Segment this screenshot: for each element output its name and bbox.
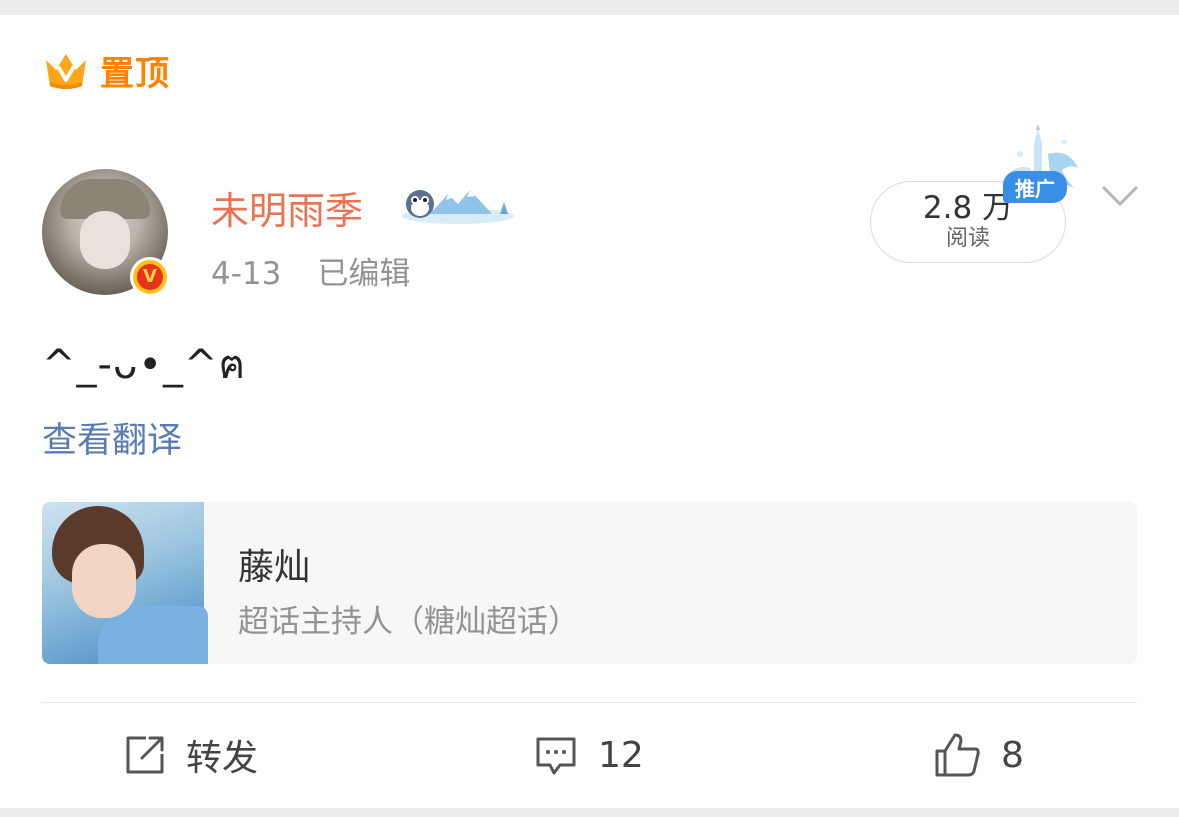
weibo-post-card: 置顶 V 未明雨季 4-13已编辑 2.8 万 阅读 推广 ^_-ᴗ•_^ฅ <box>0 15 1179 808</box>
repost-button[interactable]: 转发 <box>124 728 258 782</box>
topic-cover-image <box>42 502 208 664</box>
edited-label[interactable]: 已编辑 <box>317 256 410 292</box>
pin-label: 置顶 <box>100 53 170 94</box>
verified-badge-icon: V <box>130 257 170 297</box>
comment-icon <box>536 737 576 775</box>
divider <box>42 702 1137 703</box>
comment-button[interactable]: 12 <box>534 728 644 782</box>
like-button[interactable]: 8 <box>933 728 1024 782</box>
crown-icon <box>46 54 86 89</box>
repost-icon <box>126 736 164 774</box>
post-date: 4-13 <box>211 256 282 292</box>
like-count: 8 <box>1001 734 1024 776</box>
topic-title: 藤灿 <box>238 547 311 588</box>
username[interactable]: 未明雨季 <box>211 180 363 235</box>
promote-badge[interactable]: 推广 <box>1003 171 1067 203</box>
post-meta: 4-13 已编辑 <box>211 248 410 293</box>
post-content: ^_-ᴗ•_^ฅ <box>42 342 247 388</box>
topic-subtitle: 超话主持人（糖灿超话） <box>238 604 579 640</box>
super-topic-card[interactable]: 藤灿 超话主持人（糖灿超话） <box>42 502 1137 664</box>
translate-link[interactable]: 查看翻译 <box>42 412 182 463</box>
winter-snow-medal-icon[interactable] <box>400 180 516 226</box>
comment-count: 12 <box>598 734 644 776</box>
thumbs-up-icon <box>935 733 980 777</box>
pinned-indicator: 置顶 <box>42 48 170 94</box>
chevron-down-icon[interactable] <box>1100 184 1140 208</box>
repost-label: 转发 <box>186 738 259 779</box>
read-label: 阅读 <box>945 226 990 251</box>
